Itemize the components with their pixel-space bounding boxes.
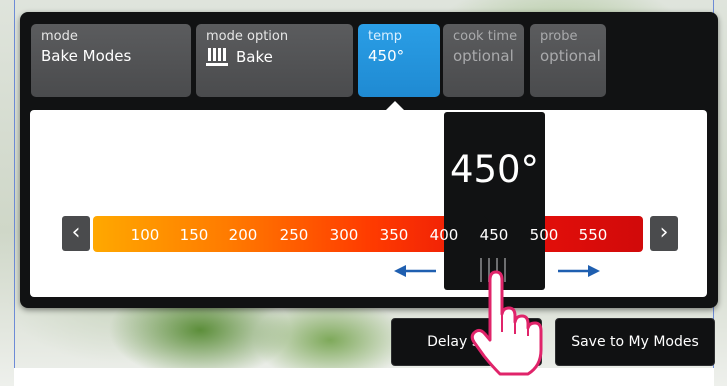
hand-pointer-icon (470, 270, 543, 376)
swipe-left-arrow-icon (394, 265, 436, 277)
tab-cook-time-label: cook time (453, 29, 518, 44)
scale-label[interactable]: 450 (474, 226, 514, 244)
swipe-right-arrow-icon (558, 265, 600, 277)
scale-prev-button[interactable]: ‹ (62, 216, 90, 251)
selected-temperature-value: 450° (449, 148, 540, 191)
tab-mode-option-value-row: Bake (206, 46, 353, 68)
tab-mode-option-value: Bake (236, 48, 273, 66)
frame-border-left (14, 0, 15, 386)
tab-temp-label: temp (368, 29, 403, 44)
temperature-selector-area (30, 110, 707, 297)
tab-temp-value: 450° (368, 47, 405, 65)
scale-label[interactable]: 550 (573, 226, 613, 244)
scale-label[interactable]: 150 (174, 226, 214, 244)
tab-temp[interactable]: temp 450° (358, 24, 440, 97)
tab-mode-value: Bake Modes (41, 47, 132, 65)
tab-probe-label: probe (540, 29, 578, 44)
chevron-left-icon: ‹ (71, 220, 81, 245)
scale-label[interactable]: 500 (524, 226, 564, 244)
scale-next-button[interactable]: › (650, 216, 678, 251)
scale-label[interactable]: 100 (125, 226, 165, 244)
scale-label[interactable]: 400 (424, 226, 464, 244)
scale-label[interactable]: 250 (274, 226, 314, 244)
bottom-panel (14, 368, 714, 386)
tab-mode-label: mode (41, 29, 78, 44)
scale-label[interactable]: 350 (374, 226, 414, 244)
chevron-right-icon: › (659, 220, 669, 245)
scale-label[interactable]: 200 (223, 226, 263, 244)
tab-cook-time-value: optional (453, 47, 514, 65)
tab-mode[interactable]: mode Bake Modes (31, 24, 191, 97)
save-to-my-modes-button[interactable]: Save to My Modes (555, 318, 715, 366)
bake-element-icon (206, 46, 228, 68)
tab-probe-value: optional (540, 47, 601, 65)
scale-label[interactable]: 300 (324, 226, 364, 244)
tab-cook-time[interactable]: cook time optional (443, 24, 524, 97)
temperature-pointer (484, 216, 502, 225)
tab-mode-option[interactable]: mode option Bake (196, 24, 353, 97)
tab-mode-option-label: mode option (206, 29, 289, 44)
tab-probe[interactable]: probe optional (530, 24, 606, 97)
